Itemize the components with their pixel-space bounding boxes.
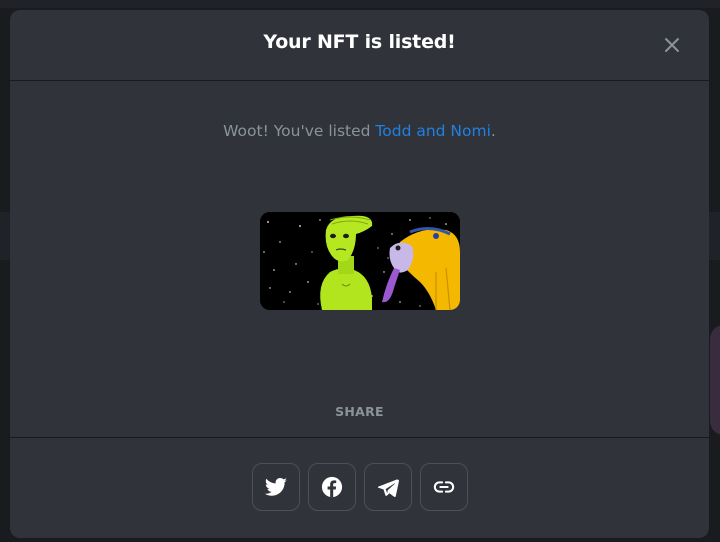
background-artwork bbox=[710, 325, 720, 435]
share-label: SHARE bbox=[335, 404, 384, 419]
share-telegram-button[interactable] bbox=[363, 463, 412, 511]
share-twitter-button[interactable] bbox=[251, 463, 300, 511]
footer-divider bbox=[10, 437, 709, 438]
background-header bbox=[0, 0, 720, 8]
close-button[interactable] bbox=[661, 34, 683, 56]
share-buttons bbox=[10, 463, 709, 511]
message-suffix: . bbox=[490, 122, 496, 140]
facebook-icon bbox=[321, 476, 342, 498]
share-facebook-button[interactable] bbox=[307, 463, 356, 511]
modal-title: Your NFT is listed! bbox=[263, 31, 456, 53]
listed-message: Woot! You've listed Todd and Nomi. bbox=[10, 122, 709, 140]
message-prefix: Woot! You've listed bbox=[223, 122, 376, 140]
nft-image bbox=[260, 212, 460, 310]
nft-item-link[interactable]: Todd and Nomi bbox=[375, 122, 491, 140]
copy-link-button[interactable] bbox=[419, 463, 468, 511]
telegram-icon bbox=[377, 479, 399, 498]
close-icon bbox=[665, 38, 679, 52]
twitter-icon bbox=[264, 478, 287, 496]
nft-artwork bbox=[260, 212, 460, 310]
modal-header: Your NFT is listed! bbox=[10, 10, 709, 81]
link-icon bbox=[433, 481, 454, 493]
listing-success-modal: Your NFT is listed! Woot! You've listed … bbox=[10, 10, 709, 538]
